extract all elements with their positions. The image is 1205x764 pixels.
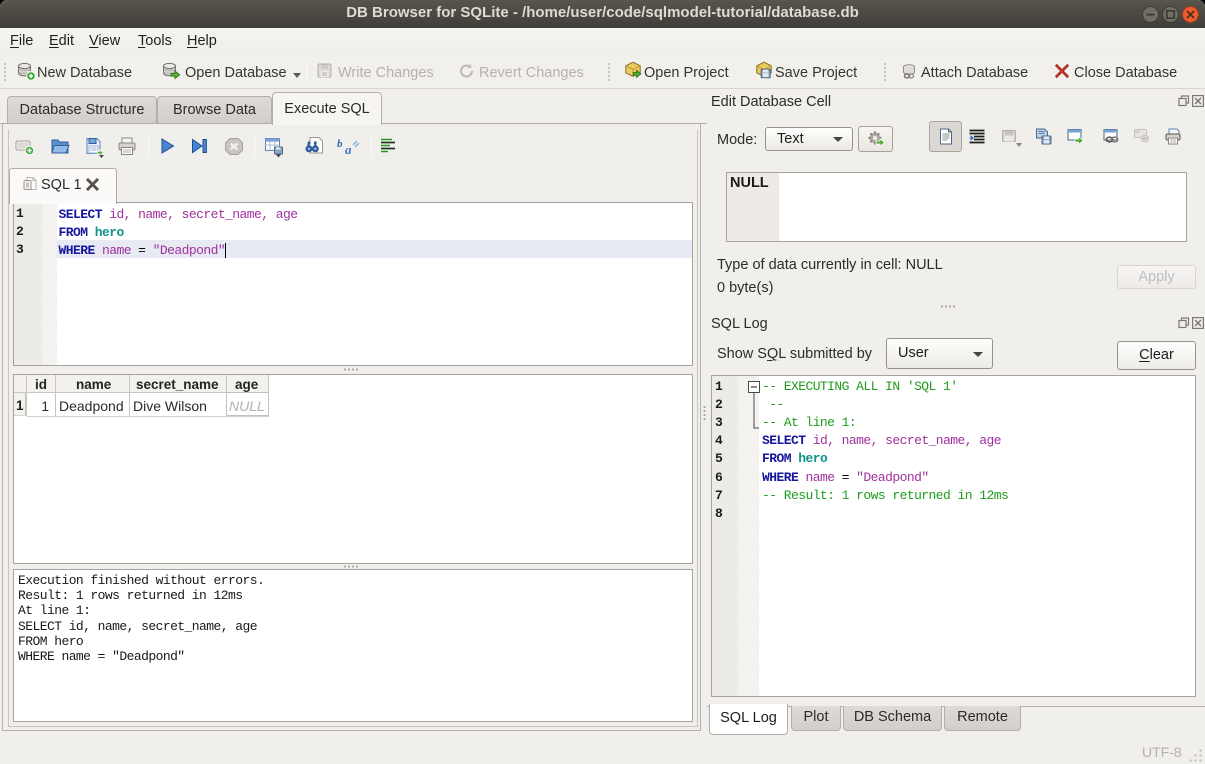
svg-text:a: a — [345, 142, 352, 157]
svg-text:b: b — [337, 138, 343, 150]
